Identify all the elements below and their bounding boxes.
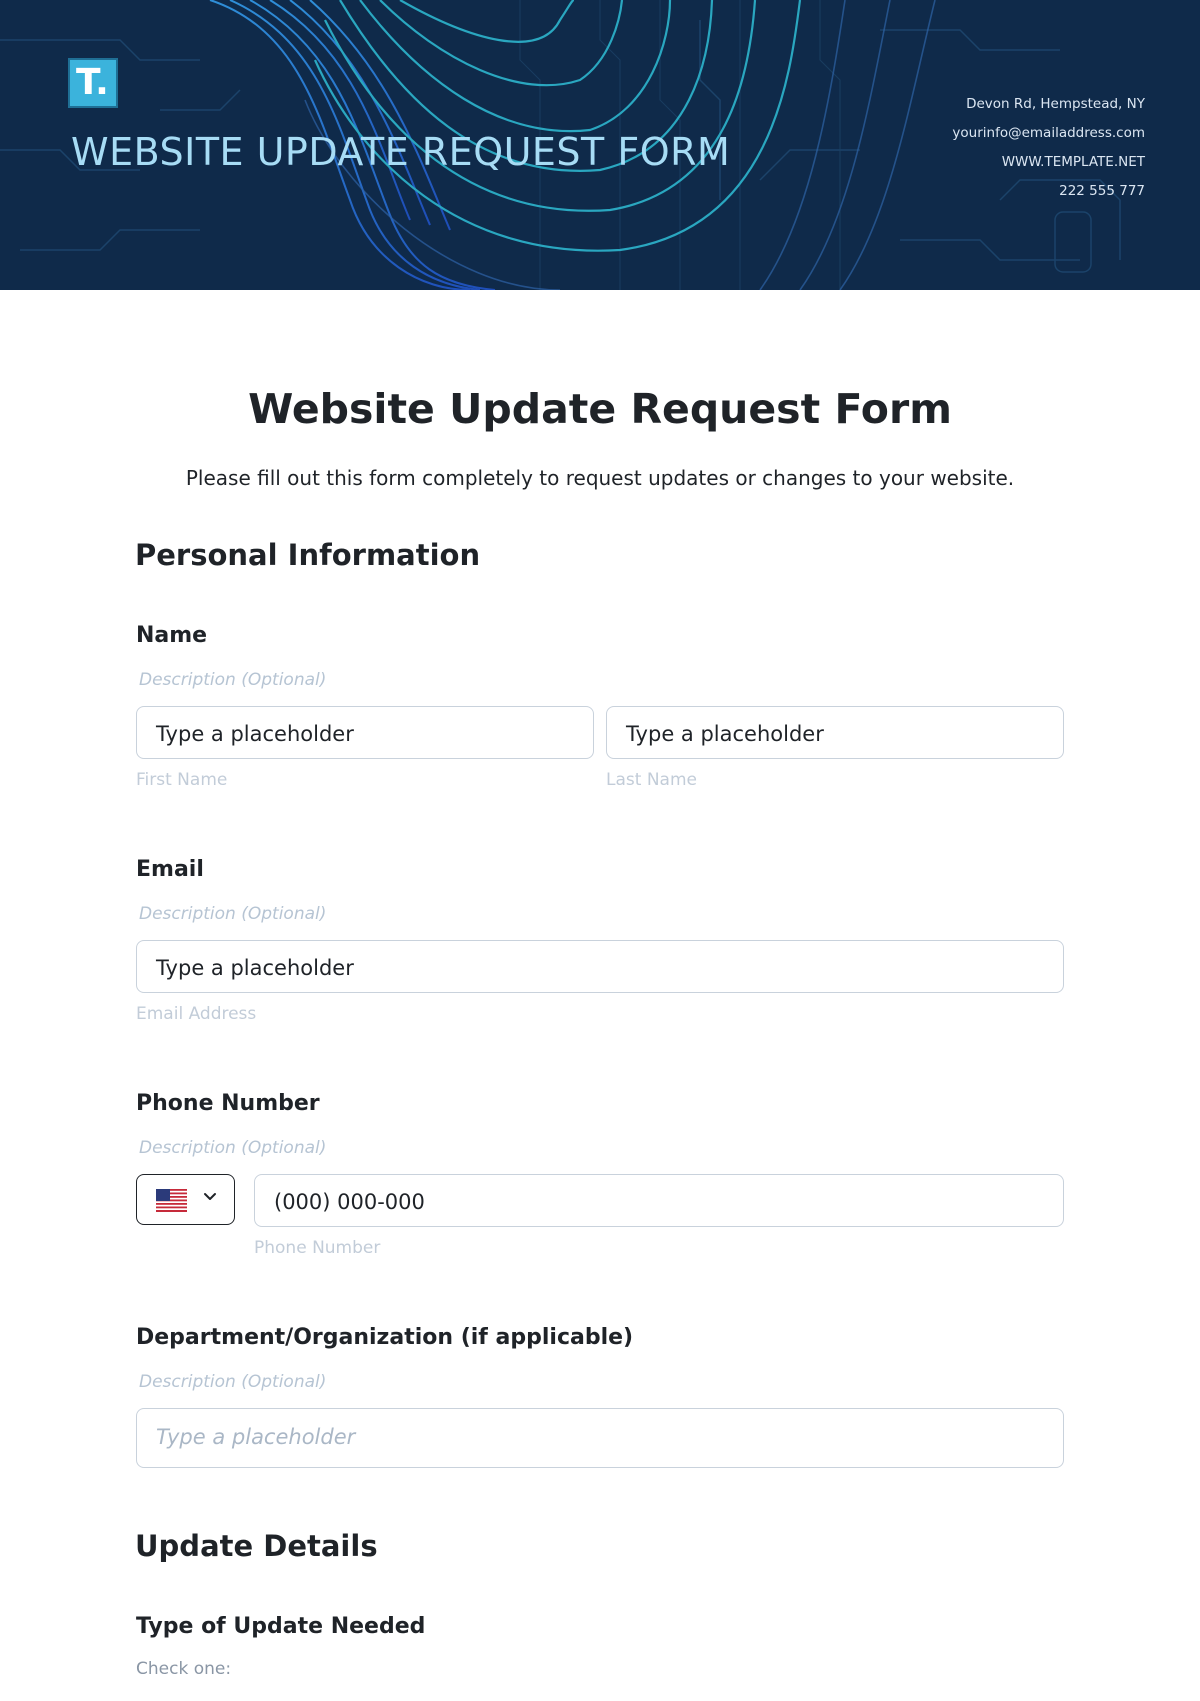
us-flag-icon [156,1189,187,1212]
phone-sublabel: Phone Number [254,1238,381,1258]
phone-value: (000) 000-000 [274,1190,425,1214]
last-name-value: Type a placeholder [626,722,824,746]
last-name-input[interactable]: Type a placeholder [606,706,1064,759]
section-personal-information: Personal Information [135,538,481,572]
company-logo: T. [68,58,118,108]
first-name-value: Type a placeholder [156,722,354,746]
header-banner: T. WEBSITE UPDATE REQUEST FORM Devon Rd,… [0,0,1200,290]
last-name-sublabel: Last Name [606,770,697,790]
email-label: Email [136,857,204,882]
phone-label: Phone Number [136,1091,320,1116]
department-input[interactable]: Type a placeholder [136,1408,1064,1468]
update-type-label: Type of Update Needed [136,1614,426,1639]
contact-address: Devon Rd, Hempstead, NY [966,96,1145,112]
email-value: Type a placeholder [156,956,354,980]
email-sublabel: Email Address [136,1004,257,1024]
email-description: Description (Optional) [139,904,327,924]
department-description: Description (Optional) [139,1372,327,1392]
contact-email: yourinfo@emailaddress.com [952,125,1145,141]
phone-input[interactable]: (000) 000-000 [254,1174,1064,1227]
section-update-details: Update Details [135,1529,378,1563]
name-label: Name [136,623,208,648]
department-label: Department/Organization (if applicable) [136,1325,634,1350]
phone-description: Description (Optional) [139,1138,327,1158]
update-type-hint: Check one: [136,1659,232,1679]
department-placeholder: Type a placeholder [156,1425,356,1449]
first-name-sublabel: First Name [136,770,228,790]
form-subtitle: Please fill out this form completely to … [185,466,1015,490]
chevron-down-icon [204,1193,216,1200]
contact-info: Devon Rd, Hempstead, NY yourinfo@emailad… [952,90,1145,206]
first-name-input[interactable]: Type a placeholder [136,706,594,759]
contact-website: WWW.TEMPLATE.NET [1001,154,1145,170]
contact-phone: 222 555 777 [1059,183,1145,199]
name-description: Description (Optional) [139,670,327,690]
banner-title: WEBSITE UPDATE REQUEST FORM [71,130,731,174]
email-input[interactable]: Type a placeholder [136,940,1064,993]
country-code-select[interactable] [136,1174,235,1225]
form-title: Website Update Request Form [248,385,952,433]
